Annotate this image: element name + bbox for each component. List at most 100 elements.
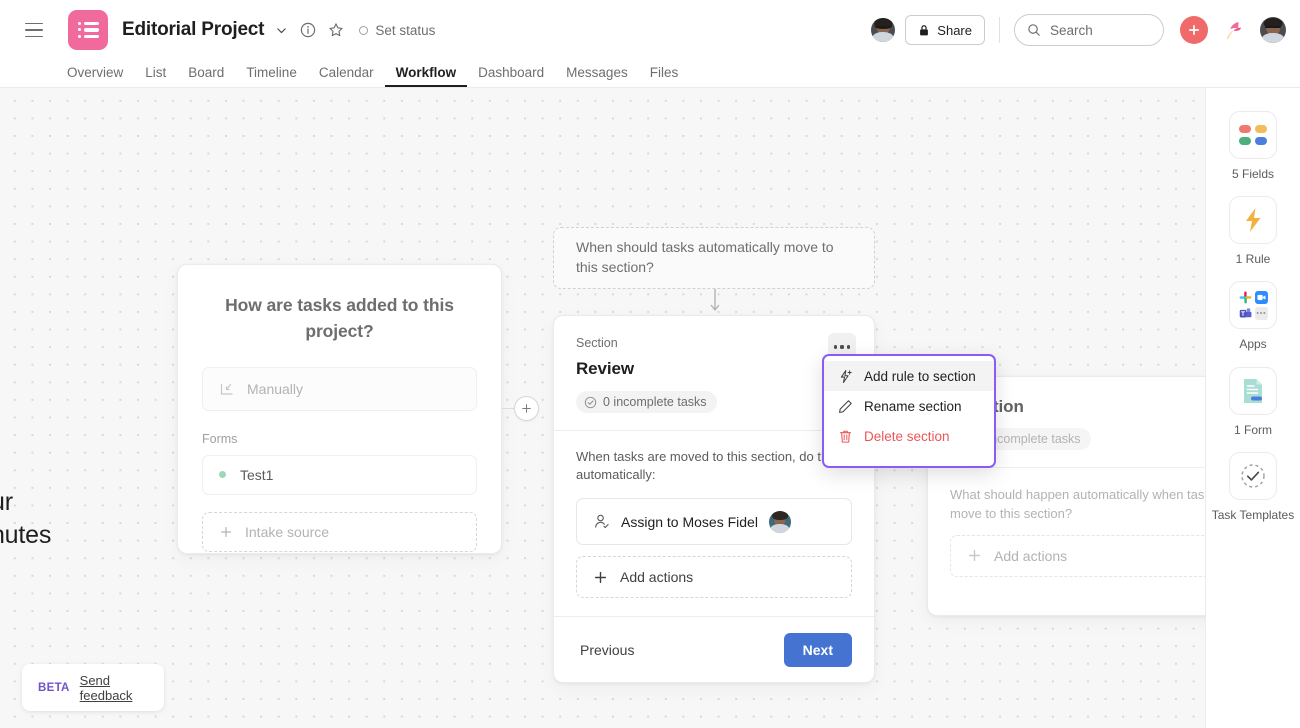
form-document-icon [1229, 366, 1277, 415]
status-ring-icon [359, 25, 369, 35]
tab-workflow[interactable]: Workflow [384, 65, 468, 87]
search-input[interactable]: Search [1014, 14, 1164, 46]
sidebar-item-apps-label: Apps [1239, 337, 1267, 352]
task-template-icon [1229, 451, 1277, 500]
search-placeholder: Search [1050, 22, 1093, 38]
sidebar-item-rules-label: 1 Rule [1235, 252, 1271, 267]
section-card-prompt: When tasks are moved to this section, do… [576, 448, 838, 483]
chevron-down-icon[interactable] [273, 22, 289, 38]
lightning-plus-icon [840, 369, 852, 383]
set-status-button[interactable]: Set status [359, 23, 435, 38]
offscreen-text-line-2: minutes [0, 521, 52, 549]
beta-feedback-box: BETA Send feedback [22, 664, 164, 711]
arrow-down-icon [710, 289, 720, 315]
send-feedback-link[interactable]: Send feedback [80, 673, 148, 703]
share-button[interactable]: Share [905, 15, 985, 45]
avatar[interactable] [871, 18, 896, 42]
previous-button[interactable]: Previous [576, 636, 638, 664]
tab-board[interactable]: Board [177, 65, 235, 87]
microsoft-teams-icon [1239, 307, 1252, 320]
star-icon[interactable] [326, 21, 345, 40]
add-intake-source-label: Intake source [245, 523, 330, 540]
slack-icon [1239, 291, 1252, 304]
sidebar-item-forms[interactable]: 1 Form [1209, 366, 1297, 438]
lightning-bolt-icon [1229, 196, 1277, 245]
assignee-icon [595, 514, 609, 529]
sidebar-item-task-templates[interactable]: Task Templates [1209, 451, 1297, 523]
menu-item-rename[interactable]: Rename section [824, 391, 994, 421]
info-circle-icon[interactable] [298, 21, 317, 40]
section-card-title: Review [576, 359, 634, 378]
next-section-add-actions-button[interactable]: Add actions [950, 534, 1205, 577]
form-status-dot-icon [219, 471, 226, 479]
share-label: Share [937, 22, 972, 38]
sidebar-item-apps[interactable]: Apps [1209, 281, 1297, 352]
user-avatar[interactable] [1260, 17, 1286, 43]
trash-icon [839, 430, 852, 443]
list-item[interactable]: Test1 [202, 454, 477, 495]
more-apps-icon [1254, 306, 1268, 320]
forms-section-label: Forms [202, 431, 238, 446]
menu-item-add-rule[interactable]: Add rule to section [824, 361, 994, 391]
project-list-icon[interactable] [68, 10, 108, 50]
asana-bird-icon[interactable] [1222, 18, 1246, 42]
create-button[interactable] [1180, 16, 1208, 44]
lock-icon [920, 24, 929, 35]
plus-icon [1188, 24, 1200, 36]
workflow-canvas[interactable]: your minutes How are tasks added to this… [0, 88, 1205, 728]
menu-item-delete-label: Delete section [864, 428, 950, 444]
status-badge: 0 incomplete tasks [576, 391, 717, 413]
add-step-button-left[interactable] [514, 396, 539, 421]
arrow-into-box-icon [220, 383, 233, 395]
search-icon [1028, 24, 1040, 36]
topbar-divider [999, 17, 1000, 43]
next-section-body: What should happen automatically when ta… [928, 468, 1205, 577]
tab-overview[interactable]: Overview [56, 65, 134, 87]
intake-card[interactable]: How are tasks added to this project? Man… [177, 264, 502, 554]
section-context-menu[interactable]: Add rule to section Rename section Delet… [822, 354, 996, 468]
add-actions-button[interactable]: Add actions [576, 556, 852, 599]
beta-badge: BETA [38, 681, 70, 694]
trigger-question-text: When should tasks automatically move to … [576, 239, 834, 275]
menu-item-rename-label: Rename section [864, 398, 962, 414]
plus-icon [221, 526, 231, 537]
tab-files[interactable]: Files [639, 65, 690, 87]
section-card-footer: Previous Next [554, 616, 874, 682]
section-task-count-label: 0 incomplete tasks [603, 395, 707, 409]
next-section-add-actions-label: Add actions [994, 547, 1068, 564]
add-actions-label: Add actions [620, 569, 694, 586]
avatar [768, 510, 791, 533]
page-title[interactable]: Editorial Project [122, 19, 265, 41]
add-intake-source-button[interactable]: Intake source [202, 511, 477, 552]
tab-timeline[interactable]: Timeline [235, 65, 308, 87]
pencil-icon [839, 399, 852, 413]
tab-list[interactable]: List [134, 65, 177, 87]
tab-calendar[interactable]: Calendar [308, 65, 385, 87]
hamburger-icon[interactable] [18, 14, 50, 46]
plus-icon [968, 549, 981, 562]
top-bar: Editorial Project Set status Share Searc… [0, 0, 1300, 88]
zoom-icon [1254, 290, 1268, 304]
plus-icon [594, 571, 607, 583]
tab-messages[interactable]: Messages [555, 65, 639, 87]
sidebar-item-fields-label: 5 Fields [1231, 167, 1275, 181]
tab-dashboard[interactable]: Dashboard [467, 65, 555, 87]
menu-item-delete[interactable]: Delete section [824, 421, 994, 451]
intake-manual-option[interactable]: Manually [202, 366, 477, 411]
intake-manual-label: Manually [247, 380, 304, 397]
sidebar-item-fields[interactable]: 5 Fields [1209, 111, 1297, 182]
app-root: Editorial Project Set status Share Searc… [0, 0, 1300, 728]
sidebar-item-task-templates-label: Task Templates [1211, 507, 1295, 522]
offscreen-card-text: your minutes [0, 486, 51, 552]
trigger-question-bubble[interactable]: When should tasks automatically move to … [553, 227, 875, 289]
menu-item-add-rule-label: Add rule to section [864, 368, 976, 384]
sidebar-item-rules[interactable]: 1 Rule [1209, 196, 1297, 267]
next-button[interactable]: Next [783, 632, 852, 667]
rule-action-row[interactable]: Assign to Moses Fidel [576, 498, 852, 546]
rule-action-label: Assign to Moses Fidel [621, 513, 758, 530]
form-name-label: Test1 [240, 466, 274, 483]
top-bar-main-row: Editorial Project Set status Share Searc… [0, 0, 1300, 60]
fields-grid-icon [1229, 111, 1277, 159]
offscreen-text-line-1: your [0, 488, 13, 516]
right-sidebar: 5 Fields 1 Rule Apps 1 Form Task Templat… [1205, 88, 1300, 728]
